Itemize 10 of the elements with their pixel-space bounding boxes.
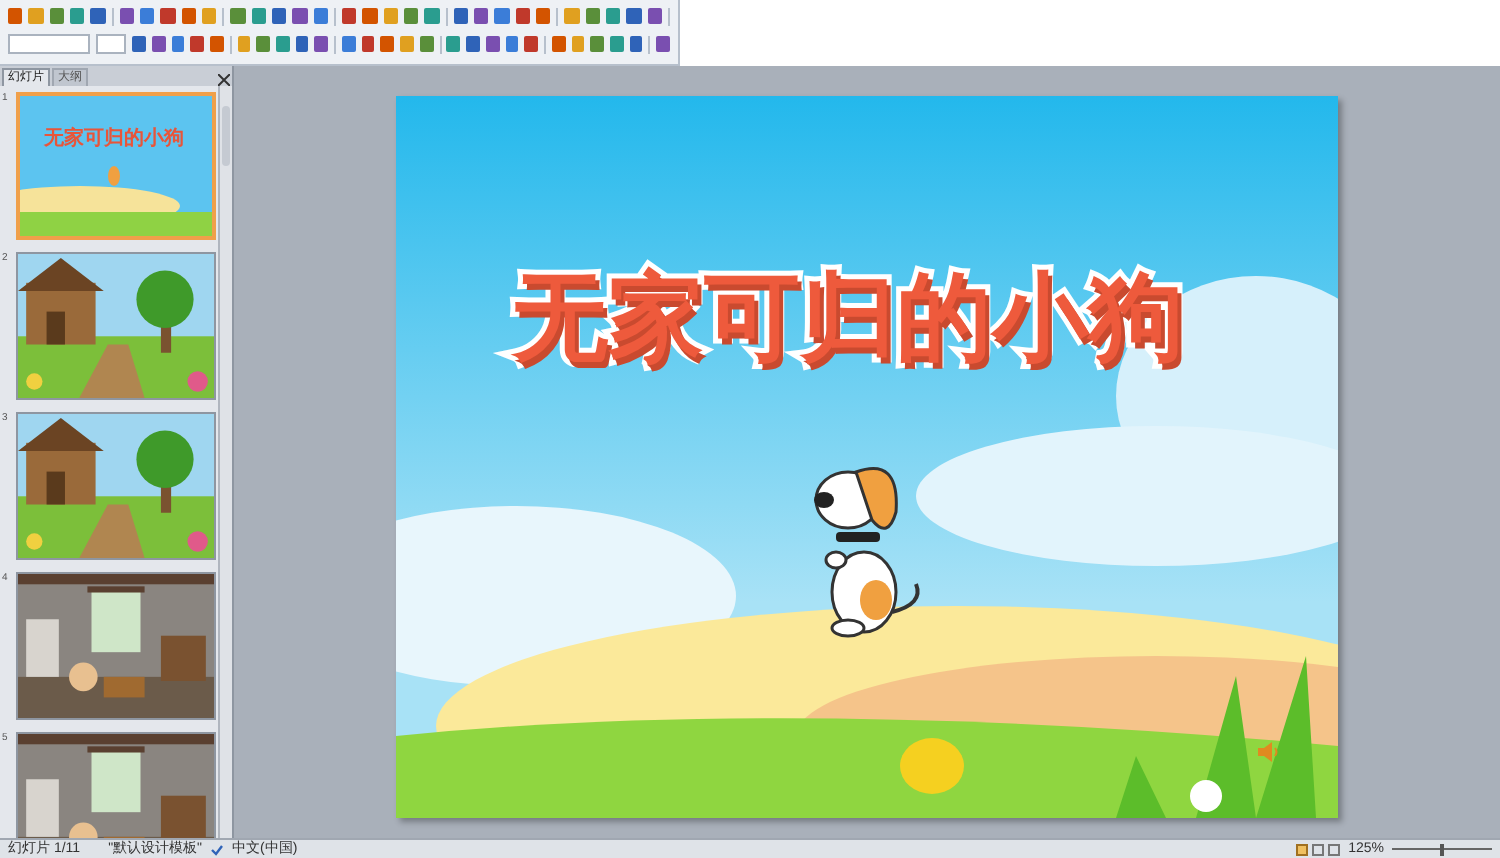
thumbnail-title: 无家可归的小狗	[44, 128, 184, 150]
close-icon[interactable]	[218, 74, 230, 86]
spellcheck-icon[interactable]	[210, 843, 225, 855]
scrollbar[interactable]	[218, 86, 232, 838]
sorter-view-icon[interactable]	[1312, 843, 1325, 855]
zoom-slider[interactable]	[1392, 843, 1492, 855]
font-name-field[interactable]	[8, 34, 90, 54]
normal-view-icon[interactable]	[1296, 843, 1309, 855]
slideshow-view-icon[interactable]	[1328, 843, 1341, 855]
font-size-field[interactable]	[95, 34, 127, 54]
